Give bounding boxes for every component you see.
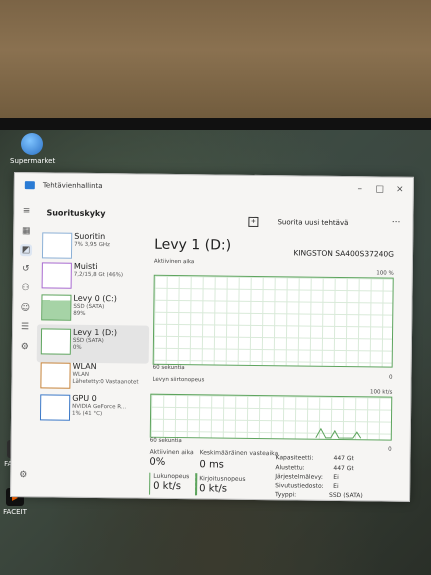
task-manager-app-icon [24, 181, 35, 190]
transfer-rate-graph [149, 393, 393, 441]
system-disk-value: Ei [333, 473, 339, 481]
response-time-value: 0 ms [199, 459, 225, 471]
read-speed-label: Lukunopeus [153, 472, 190, 481]
minimize-button[interactable]: – [353, 182, 367, 196]
disk1-thumb-graph [40, 328, 72, 355]
device-name: Suoritin [74, 231, 106, 242]
graph2-min: 0 [388, 446, 392, 453]
globe-icon [21, 133, 43, 155]
disk0-thumb-graph [41, 294, 72, 321]
device-sub: NVIDIA GeForce R... 1% (41 °C) [72, 403, 127, 418]
device-list: Suoritin 7% 3,95 GHz Muisti 7,2/15,8 Gt … [35, 228, 150, 479]
active-time-graph [152, 274, 394, 368]
device-name: Muisti [73, 261, 98, 272]
type-value: SSD (SATA) [329, 491, 363, 500]
startup-apps-icon[interactable]: ⚇ [20, 282, 32, 294]
device-sub: SSD (SATA) 89% [73, 303, 105, 317]
run-task-icon: + [248, 216, 259, 227]
disk-title: Levy 1 (D:) [154, 236, 232, 254]
formatted-value: 447 Gt [333, 464, 354, 473]
more-options-button[interactable]: ··· [392, 218, 401, 228]
monitor-bezel [0, 118, 431, 130]
users-icon[interactable]: ☺ [19, 302, 31, 314]
read-speed-value: 0 kt/s [153, 480, 182, 493]
run-new-task-button[interactable]: Suorita uusi tehtävä [277, 218, 348, 227]
page-title: Suorituskyky [46, 208, 106, 219]
app-history-icon[interactable]: ↺ [20, 263, 32, 275]
device-sub: 7% 3,95 GHz [74, 241, 110, 249]
hamburger-menu-icon[interactable]: ≡ [20, 205, 32, 217]
graph1-min: 0 [388, 374, 393, 381]
read-indicator [149, 472, 151, 495]
services-icon[interactable]: ⚙ [19, 341, 31, 353]
system-disk-label: Järjestelmälevy: [275, 473, 324, 481]
graph1-label: Aktiivinen aika [153, 258, 195, 266]
desktop-icon-label: FACEIT [3, 508, 27, 516]
active-time-label: Aktiivinen aika [149, 448, 194, 457]
desktop-icon-label: Supermarket [10, 157, 56, 165]
transfer-spikes [315, 427, 362, 439]
gpu-thumb-graph [39, 394, 71, 421]
capacity-label: Kapasiteetti: [275, 454, 314, 462]
write-speed-value: 0 kt/s [199, 483, 228, 495]
close-button[interactable]: × [393, 183, 407, 197]
desktop-icon-supermarket[interactable]: Supermarket [10, 133, 56, 165]
capacity-value: 447 Gt [333, 454, 354, 463]
window-title: Tehtävienhallinta [42, 181, 103, 191]
graph2-label: Levyn siirtonopeus [152, 376, 205, 384]
write-indicator [195, 473, 198, 496]
device-sub: 7,2/15,8 Gt (46%) [73, 271, 124, 279]
active-time-value: 0% [149, 456, 166, 468]
memory-thumb-graph [41, 262, 72, 289]
device-name: Levy 0 (C:) [73, 293, 117, 304]
device-sub: WLAN Lähetetty:0 Vastaanotet [72, 371, 139, 386]
device-item-gpu[interactable]: GPU 0 NVIDIA GeForce R... 1% (41 °C) [36, 390, 148, 429]
device-name: WLAN [72, 361, 97, 372]
response-time-label: Keskimääräinen vasteaika [199, 449, 279, 458]
detail-panel: Levy 1 (D:) KINGSTON SA400S37240G Aktiiv… [149, 235, 400, 499]
graph2-time: 60 sekuntia [149, 437, 182, 445]
graph1-max: 100 % [376, 270, 394, 277]
formatted-label: Alustettu: [275, 464, 305, 472]
write-speed-label: Kirjoitusnopeus [199, 475, 246, 483]
page-file-label: Sivutustiedosto: [275, 482, 324, 490]
graph2-max: 100 kt/s [369, 389, 393, 396]
left-nav: ≡ ▦ ◩ ↺ ⚇ ☺ ☰ ⚙ ⚙ [11, 199, 39, 496]
page-file-value: Ei [333, 482, 339, 490]
device-name: GPU 0 [72, 393, 97, 404]
disk-model: KINGSTON SA400S37240G [293, 248, 395, 259]
wlan-thumb-graph [40, 362, 71, 389]
title-bar[interactable]: Tehtävienhallinta – □ × [15, 173, 413, 204]
type-label: Tyyppi: [275, 491, 297, 499]
device-name: Levy 1 (D:) [72, 327, 118, 338]
details-icon[interactable]: ☰ [19, 321, 31, 333]
processes-icon[interactable]: ▦ [20, 225, 32, 237]
background-wall [0, 0, 431, 125]
settings-icon[interactable]: ⚙ [17, 469, 29, 481]
maximize-button[interactable]: □ [373, 182, 387, 196]
graph1-time: 60 sekuntia [152, 364, 185, 372]
cpu-thumb-graph [41, 232, 73, 259]
device-sub: SSD (SATA) 0% [72, 337, 104, 351]
task-manager-window: Tehtävienhallinta – □ × ≡ ▦ ◩ ↺ ⚇ ☺ ☰ ⚙ … [10, 172, 414, 502]
performance-icon[interactable]: ◩ [19, 244, 33, 257]
